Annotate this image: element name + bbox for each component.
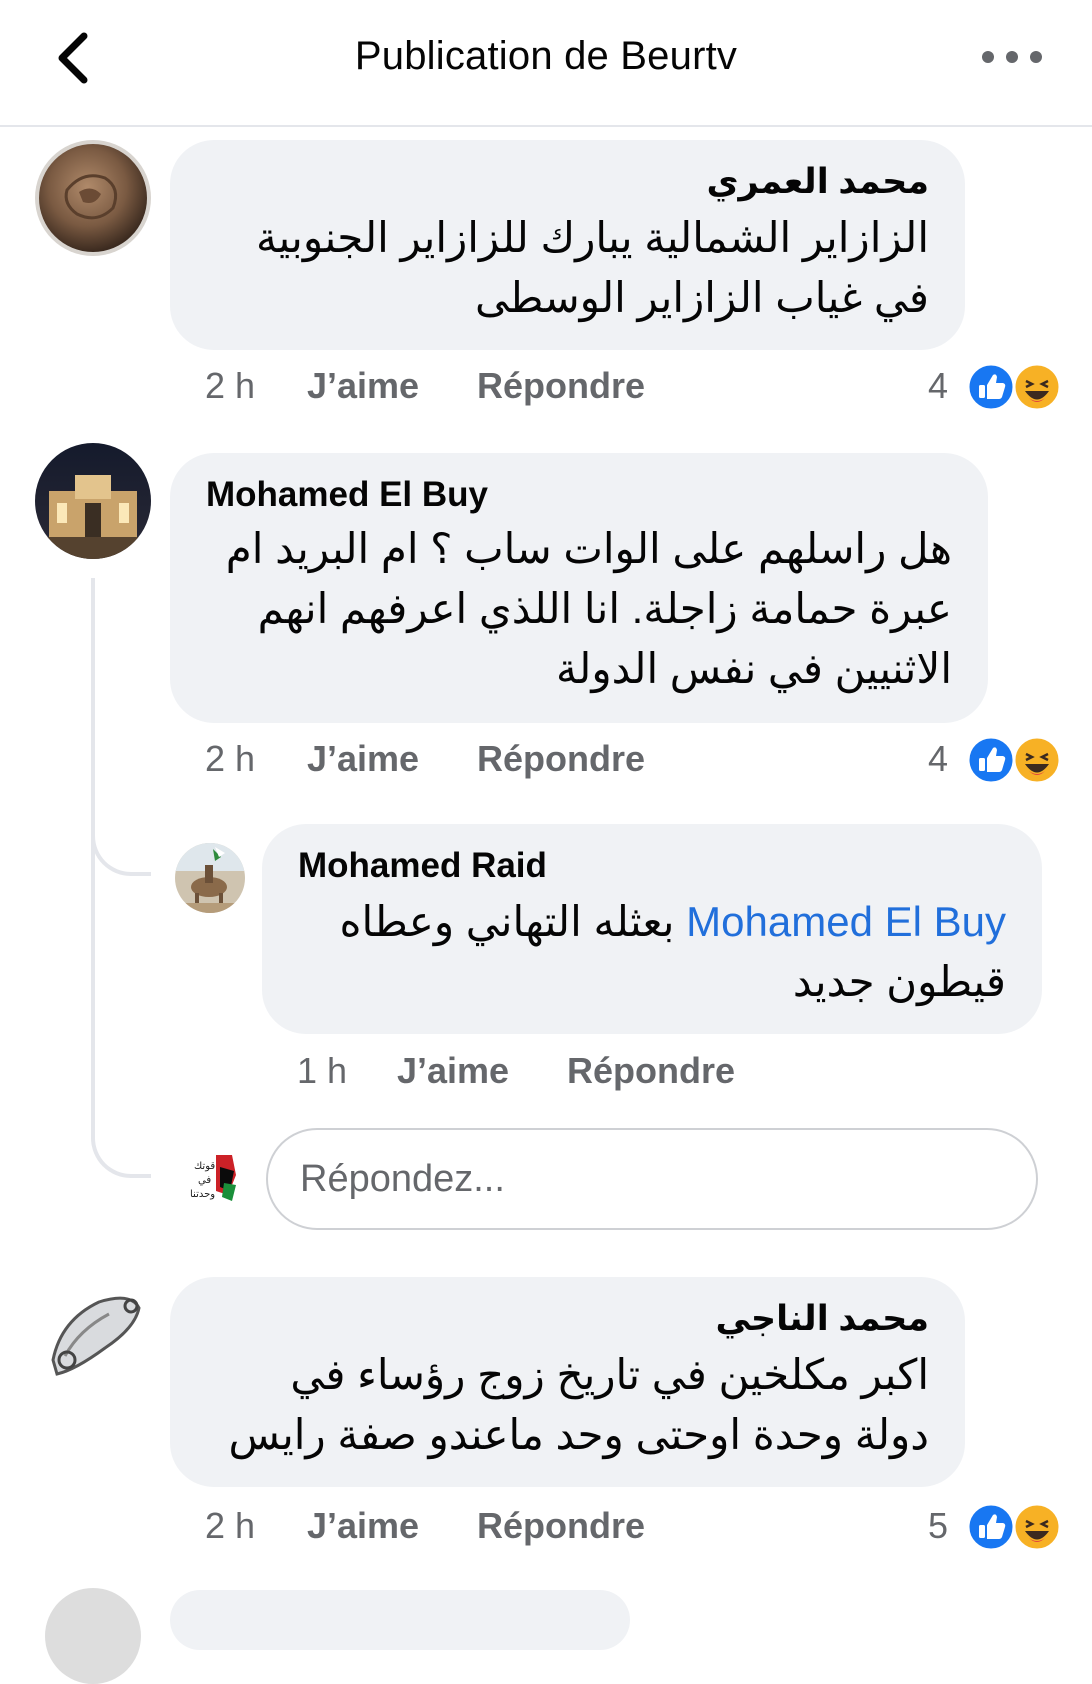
like-link[interactable]: J’aime (397, 1050, 509, 1092)
haha-reaction-icon (1012, 362, 1062, 412)
comment-bubble (170, 1590, 630, 1650)
avatar[interactable] (45, 1588, 141, 1684)
thread-branch (91, 820, 151, 876)
top-bar: Publication de Beurtv (0, 0, 1092, 127)
comment-bubble: محمد الناجي اكبر مكلخين في تاريخ زوج رؤس… (170, 1277, 965, 1487)
comment-author[interactable]: Mohamed El Buy (206, 475, 488, 515)
reply-link[interactable]: Répondre (477, 738, 645, 780)
like-link[interactable]: J’aime (307, 738, 419, 780)
comment-text: اكبر مكلخين في تاريخ زوج رؤساء في دولة و… (228, 1351, 929, 1458)
dot-icon (982, 51, 994, 63)
reactions[interactable] (966, 735, 1062, 785)
thread-branch (91, 1120, 151, 1178)
page-title: Publication de Beurtv (354, 34, 738, 78)
comment-text: هل راسلهم على الوات ساب ؟ ام البريد ام ع… (225, 525, 952, 692)
reaction-count[interactable]: 5 (928, 1505, 948, 1547)
like-link[interactable]: J’aime (307, 365, 419, 407)
like-reaction-icon (966, 1502, 1016, 1552)
reactions[interactable] (966, 362, 1062, 412)
svg-text:في: في (198, 1175, 211, 1186)
reply-text: Mohamed El Buy بعثله التهاني وعطاه قيطون… (298, 892, 1006, 1012)
reaction-count[interactable]: 4 (928, 365, 948, 407)
dot-icon (1006, 51, 1018, 63)
avatar[interactable] (35, 1278, 151, 1394)
mention-link[interactable]: Mohamed El Buy (686, 898, 1006, 945)
avatar[interactable] (35, 140, 151, 256)
like-link[interactable]: J’aime (307, 1505, 419, 1547)
reply-author[interactable]: Mohamed Raid (298, 846, 547, 886)
reply-link[interactable]: Répondre (567, 1050, 735, 1092)
comment-text: الزازاير الشمالية يبارك للزازاير الجنوبي… (255, 214, 929, 321)
current-user-avatar: قوتك في وحدتنا (180, 1145, 246, 1211)
comment-bubble: محمد العمري الزازاير الشمالية يبارك للزا… (170, 140, 965, 350)
reply-link[interactable]: Répondre (477, 1505, 645, 1547)
like-reaction-icon (966, 362, 1016, 412)
reply-bubble: Mohamed Raid Mohamed El Buy بعثله التهان… (262, 824, 1042, 1034)
reply-link[interactable]: Répondre (477, 365, 645, 407)
reaction-count[interactable]: 4 (928, 738, 948, 780)
comment-time[interactable]: 2 h (205, 365, 255, 407)
comment-bubble: Mohamed El Buy هل راسلهم على الوات ساب ؟… (170, 453, 988, 723)
svg-text:قوتك: قوتك (194, 1161, 215, 1172)
comment-time[interactable]: 2 h (205, 1505, 255, 1547)
reactions[interactable] (966, 1502, 1062, 1552)
avatar[interactable] (35, 443, 151, 559)
reply-time[interactable]: 1 h (297, 1050, 347, 1092)
svg-text:وحدتنا: وحدتنا (190, 1189, 215, 1200)
dot-icon (1030, 51, 1042, 63)
haha-reaction-icon (1012, 735, 1062, 785)
reply-input[interactable] (266, 1128, 1038, 1230)
haha-reaction-icon (1012, 1502, 1062, 1552)
like-reaction-icon (966, 735, 1016, 785)
more-options-button[interactable] (982, 42, 1042, 72)
avatar[interactable] (175, 843, 245, 913)
comment-time[interactable]: 2 h (205, 738, 255, 780)
comment-author[interactable]: محمد العمري (706, 162, 929, 202)
comment-author[interactable]: محمد الناجي (715, 1299, 929, 1339)
